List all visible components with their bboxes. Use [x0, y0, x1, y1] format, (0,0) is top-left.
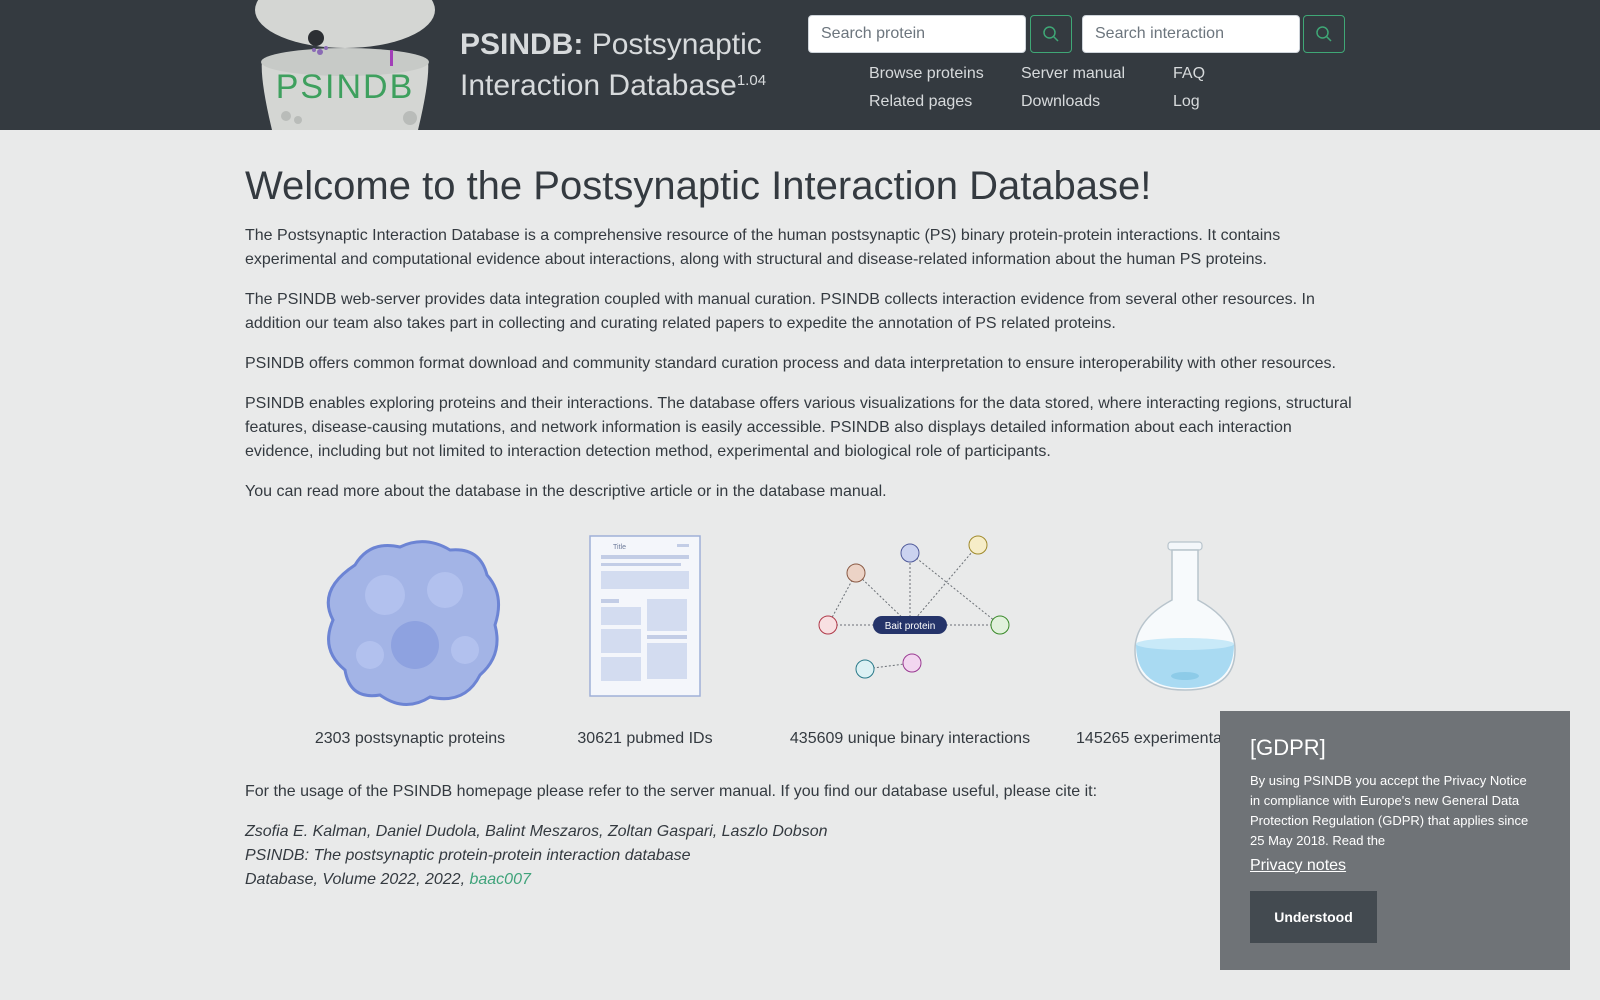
brand-line2: Interaction Database	[460, 69, 737, 102]
search-icon	[1043, 26, 1059, 42]
stat-pubmed-caption: 30621 pubmed IDs	[577, 730, 713, 747]
intro-paragraph-2: The PSINDB web-server provides data inte…	[245, 291, 1315, 332]
nav-browse-proteins[interactable]: Browse proteins	[869, 65, 984, 83]
nav-downloads[interactable]: Downloads	[1021, 93, 1100, 111]
citation-journal-line: Database, Volume 2022, 2022, baac007	[245, 868, 1355, 892]
gdpr-notice: [GDPR] By using PSINDB you accept the Pr…	[1220, 711, 1570, 970]
brand-line1: Postsynaptic	[591, 28, 762, 61]
intro-paragraph-5: You can read more about the database in …	[245, 483, 887, 500]
document-icon: Title	[589, 535, 701, 697]
bait-protein-label: Bait protein	[885, 621, 936, 632]
privacy-notes-link[interactable]: Privacy notes	[1250, 857, 1540, 875]
search-protein-input[interactable]: Search protein	[808, 15, 1026, 53]
understood-button[interactable]: Understood	[1250, 891, 1377, 943]
stat-proteins-caption: 2303 postsynaptic proteins	[314, 730, 506, 747]
stat-interactions-caption: 435609 unique binary interactions	[789, 730, 1031, 747]
svg-text:PSINDB: PSINDB	[276, 68, 415, 106]
site-title[interactable]: PSINDB: Postsynaptic Interaction Databas…	[460, 27, 766, 104]
statistics-row: 2303 postsynaptic proteins Title 30621 p…	[245, 535, 1355, 755]
nav-server-manual[interactable]: Server manual	[1021, 65, 1125, 83]
intro-paragraph-3: PSINDB offers common format download and…	[245, 355, 1336, 372]
gdpr-text: By using PSINDB you accept the Privacy N…	[1250, 773, 1529, 848]
search-protein-placeholder: Search protein	[821, 25, 926, 42]
brand-bold: PSINDB:	[460, 28, 584, 61]
version-label: 1.04	[736, 72, 767, 89]
search-interaction-placeholder: Search interaction	[1095, 25, 1224, 42]
flask-icon	[1134, 541, 1236, 691]
gdpr-title: [GDPR]	[1250, 735, 1326, 760]
search-protein-button[interactable]	[1030, 15, 1072, 53]
main-content: Welcome to the Postsynaptic Interaction …	[245, 160, 1355, 888]
nav-related-pages[interactable]: Related pages	[869, 93, 972, 111]
nav-log[interactable]: Log	[1173, 93, 1200, 111]
intro-paragraph-1: The Postsynaptic Interaction Database is…	[245, 227, 1281, 268]
citation-journal: Database, Volume 2022, 2022,	[245, 871, 466, 888]
usage-text: For the usage of the PSINDB homepage ple…	[245, 783, 1098, 800]
citation: Zsofia E. Kalman, Daniel Dudola, Balint …	[245, 820, 1355, 892]
network-icon: Bait protein	[818, 535, 1010, 679]
citation-authors: Zsofia E. Kalman, Daniel Dudola, Balint …	[245, 823, 828, 840]
search-interaction-input[interactable]: Search interaction	[1082, 15, 1300, 53]
document-title-text: Title	[613, 544, 626, 551]
psindb-logo[interactable]: PSINDB	[250, 0, 440, 130]
citation-doi-link[interactable]: baac007	[469, 871, 530, 888]
top-navbar: PSINDB PSINDB: Postsynaptic Interaction …	[0, 0, 1600, 130]
search-icon	[1316, 26, 1332, 42]
protein-blob-icon	[326, 540, 501, 706]
citation-title: PSINDB: The postsynaptic protein-protein…	[245, 847, 691, 864]
usage-section: For the usage of the PSINDB homepage ple…	[245, 780, 1355, 892]
nav-faq[interactable]: FAQ	[1173, 65, 1205, 83]
intro-paragraph-4: PSINDB enables exploring proteins and th…	[245, 395, 1352, 460]
page-title: Welcome to the Postsynaptic Interaction …	[245, 164, 1152, 208]
search-interaction-button[interactable]	[1303, 15, 1345, 53]
